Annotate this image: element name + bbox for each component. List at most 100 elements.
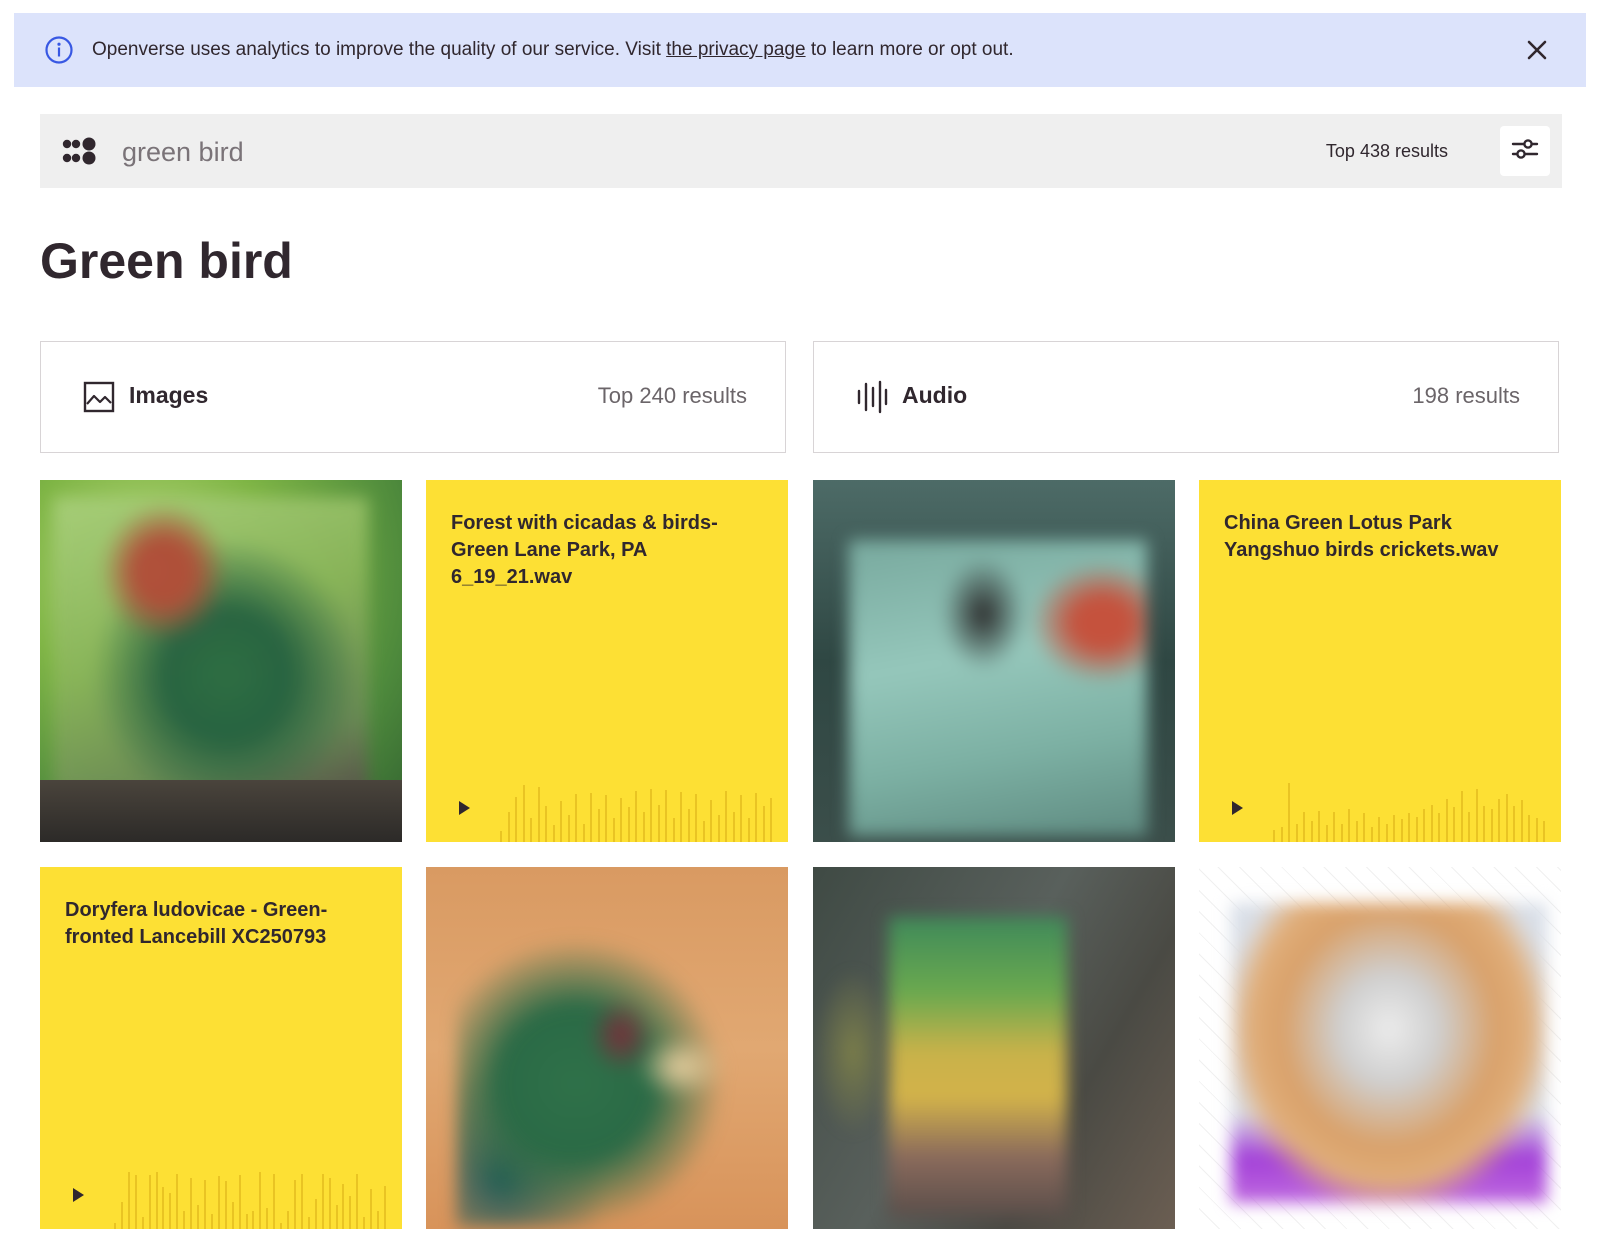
waveform-bar: [1385, 824, 1388, 842]
waveform-bar: [328, 1178, 331, 1229]
image-result[interactable]: [40, 480, 402, 842]
image-branch: [40, 780, 402, 842]
audio-count: 198 results: [1412, 383, 1520, 408]
waveform-bar: [1295, 824, 1298, 842]
image-blur-subject: [889, 917, 1067, 1217]
waveform-bar: [134, 1175, 137, 1229]
waveform-bar: [300, 1174, 303, 1229]
waveform-bar: [169, 1193, 172, 1229]
waveform-bar: [1280, 827, 1283, 842]
waveform-bar: [635, 791, 637, 842]
close-icon[interactable]: [1524, 37, 1550, 63]
waveform-bar: [680, 792, 682, 842]
waveform-bar: [710, 800, 712, 842]
waveform-bar: [155, 1172, 158, 1229]
waveform-bar: [657, 805, 660, 842]
waveform-bar: [335, 1205, 338, 1229]
waveform-bar: [120, 1202, 123, 1229]
image-result[interactable]: [1199, 867, 1561, 1229]
waveform-bar: [590, 793, 592, 842]
waveform-bar: [314, 1199, 317, 1229]
waveform-bar: [687, 809, 690, 842]
waveform-bar: [762, 806, 765, 842]
waveform-bar: [605, 795, 607, 842]
search-input[interactable]: [120, 128, 1124, 176]
waveform-bar: [1423, 809, 1425, 842]
image-blur-subject: [1231, 903, 1547, 1203]
waveform-bar: [530, 818, 532, 842]
audio-result[interactable]: Forest with cicadas & birds-Green Lane P…: [426, 480, 788, 842]
waveform-bar: [259, 1172, 262, 1229]
waveform-bar: [575, 794, 577, 842]
images-result-link[interactable]: Images Top 240 results: [40, 341, 786, 453]
waveform-bar: [370, 1189, 373, 1229]
waveform-bar: [552, 825, 555, 842]
audio-title: Doryfera ludovicae - Green-fronted Lance…: [65, 899, 328, 948]
images-count: Top 240 results: [597, 383, 747, 408]
waveform-bar: [1370, 827, 1373, 842]
waveform-bar: [1528, 815, 1530, 842]
search-result-count: Top 438 results: [1325, 141, 1448, 161]
waveform-bar: [1273, 830, 1275, 842]
play-icon[interactable]: [1225, 796, 1249, 820]
image-result[interactable]: [813, 480, 1175, 842]
waveform-bar: [1348, 809, 1350, 842]
waveform-bar: [1363, 813, 1365, 842]
play-icon[interactable]: [452, 796, 476, 820]
waveform-bar: [266, 1208, 269, 1229]
waveform-bar: [377, 1211, 380, 1229]
waveform-bar: [1483, 806, 1485, 842]
waveform-bar: [1408, 813, 1410, 842]
waveform-bar: [1498, 799, 1500, 842]
waveform-bar: [203, 1180, 206, 1229]
audio-waveform: [1273, 778, 1545, 842]
waveform-bar: [725, 791, 727, 842]
filter-button[interactable]: [1500, 126, 1550, 176]
waveform-bar: [537, 787, 540, 842]
waveform-bar: [363, 1217, 366, 1229]
waveform-bar: [1475, 789, 1478, 842]
window-edge: [1594, 0, 1600, 1242]
waveform-bar: [1505, 794, 1508, 842]
waveform-bar: [665, 790, 667, 842]
waveform-bar: [522, 785, 525, 842]
waveform-bar: [224, 1181, 227, 1229]
waveform-bar: [755, 793, 757, 842]
waveform-bar: [210, 1214, 213, 1229]
waveform-bar: [1333, 812, 1335, 842]
play-icon[interactable]: [66, 1183, 90, 1207]
waveform-bar: [1445, 799, 1448, 842]
image-blur-subject: [54, 498, 368, 794]
audio-result[interactable]: Doryfera ludovicae - Green-fronted Lance…: [40, 867, 402, 1229]
image-result[interactable]: [813, 867, 1175, 1229]
waveform-bar: [1460, 791, 1463, 842]
banner-message: Openverse uses analytics to improve the …: [92, 39, 1014, 61]
waveform-bar: [515, 797, 517, 842]
waveform-bar: [321, 1174, 324, 1229]
waveform-bar: [114, 1223, 116, 1229]
waveform-bar: [500, 831, 502, 842]
page-title: Green bird: [40, 233, 293, 289]
waveform-bar: [383, 1186, 386, 1229]
waveform-bar: [732, 812, 735, 842]
waveform-bar: [702, 821, 705, 842]
waveform-bar: [238, 1175, 241, 1229]
image-result[interactable]: [426, 867, 788, 1229]
audio-result-link[interactable]: Audio 198 results: [813, 341, 1559, 453]
waveform-bar: [356, 1174, 359, 1229]
waveform-bar: [245, 1214, 248, 1229]
search-bar: Top 438 results: [40, 114, 1562, 188]
audio-result[interactable]: China Green Lotus Park Yangshuo birds cr…: [1199, 480, 1561, 842]
waveform-bar: [507, 812, 510, 842]
audio-waveform: [500, 778, 772, 842]
waveform-bar: [280, 1223, 283, 1229]
waveform-bar: [545, 806, 547, 842]
privacy-page-link[interactable]: the privacy page: [666, 39, 805, 60]
waveform-bar: [231, 1202, 234, 1229]
waveform-bar: [1400, 819, 1403, 842]
waveform-bar: [190, 1178, 193, 1229]
openverse-logo-icon[interactable]: [62, 136, 96, 166]
waveform-bar: [747, 818, 750, 842]
waveform-bar: [567, 815, 570, 842]
waveform-bar: [1438, 813, 1440, 842]
